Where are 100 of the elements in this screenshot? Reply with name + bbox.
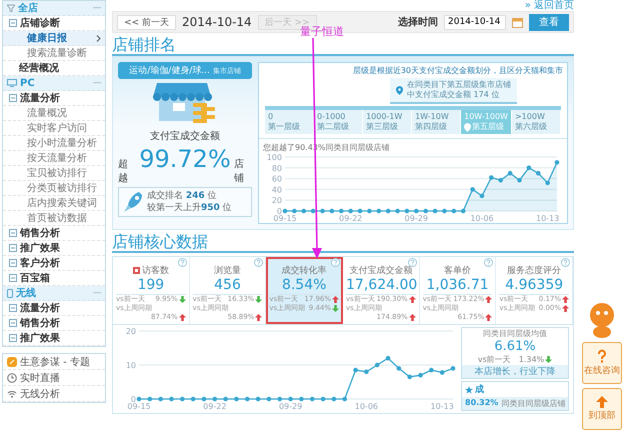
data-point [536, 170, 541, 176]
data-point [299, 396, 304, 402]
sidebar-item[interactable]: 健康日报 [3, 31, 105, 46]
help-icon[interactable] [561, 258, 570, 267]
data-point [545, 180, 550, 186]
sidebar-item[interactable]: 销售分析 [3, 316, 105, 331]
time-label: 选择时间 [398, 16, 438, 29]
rise-text: 较第一天上升950 位 [147, 202, 232, 214]
map-pin-icon [396, 86, 403, 94]
sidebar-item[interactable]: 流量分析 [3, 301, 105, 316]
sidebar-item[interactable]: 推广效果 [3, 241, 105, 256]
sidebar-section-header[interactable]: 无线 [3, 286, 105, 301]
data-point [374, 362, 380, 368]
collapse-icon[interactable] [9, 274, 17, 282]
collapse-icon[interactable] [9, 229, 17, 237]
data-point [367, 208, 372, 214]
compare-label: vs前一天 [478, 354, 511, 365]
sidebar-item[interactable]: 销售分析 [3, 226, 105, 241]
sidebar-item[interactable]: 实时客户访问 [3, 121, 105, 136]
wifi-icon [7, 390, 17, 398]
date-input[interactable]: 2014-10-14 [444, 14, 506, 30]
collapse-icon[interactable] [9, 259, 17, 267]
sidebar-tool-link[interactable]: 实时直播 [3, 370, 105, 386]
data-point [460, 208, 466, 214]
tier-tab[interactable]: 1W-10W 第四层级 [412, 110, 462, 134]
data-point [223, 396, 228, 402]
sidebar-item[interactable]: 按小时流量分析 [3, 136, 105, 151]
tier-tab[interactable]: >100W 第六层级 [512, 110, 561, 134]
data-point [364, 370, 369, 374]
collapse-icon[interactable] [9, 19, 17, 27]
axis-tick-label: 09-22 [203, 402, 226, 411]
data-point [348, 208, 353, 214]
funnel-icon [7, 4, 15, 12]
axis-tick-label: 10-06 [470, 214, 494, 223]
online-consult-button[interactable]: 在线咨询 [582, 342, 622, 384]
section-title: 店铺核心数据 [112, 232, 574, 253]
tier-tab[interactable]: 1000-1W 第三层级 [363, 110, 412, 134]
collapse-icon[interactable] [9, 334, 17, 342]
minus-icon[interactable] [93, 7, 101, 9]
calendar-icon[interactable] [512, 16, 523, 28]
metric-value: 4.96359 [499, 277, 570, 295]
help-icon[interactable] [331, 258, 340, 267]
beat-percentage: 99.72% [139, 145, 231, 173]
data-point [386, 208, 390, 214]
axis-tick-label: 10 [126, 361, 136, 370]
axis-tick-label: 0 [130, 395, 136, 404]
help-icon[interactable] [484, 258, 494, 267]
view-button[interactable]: 查看 [529, 14, 569, 30]
sidebar-item[interactable]: 店内搜索关键词 [3, 196, 105, 211]
axis-tick-label: 10-13 [430, 402, 454, 411]
sidebar-item[interactable]: 首页被访数据 [3, 211, 105, 226]
minus-icon[interactable] [93, 292, 101, 294]
data-point [342, 396, 348, 402]
sidebar-item[interactable]: 搜索流量诊断 [3, 46, 105, 61]
sidebar-section-header[interactable]: PC [3, 76, 105, 91]
axis-tick-label: 10-13 [536, 214, 560, 223]
metric-value: 199 [116, 277, 186, 295]
sidebar-tool-link[interactable]: 无线分析 [3, 386, 105, 402]
collapse-icon[interactable] [9, 304, 17, 312]
tier-tab[interactable]: 0 第一层级 [265, 110, 314, 134]
sidebar-tool-link[interactable]: 生意参谋 - 专题 [3, 354, 105, 370]
help-icon[interactable] [178, 258, 187, 267]
data-point [423, 208, 428, 214]
axis-tick-label: 100 [266, 153, 282, 162]
back-to-top-button[interactable]: 到顶部 [582, 388, 622, 430]
clock-icon [7, 372, 17, 382]
data-point [292, 208, 297, 214]
sidebar-item[interactable]: 按天流量分析 [3, 151, 105, 166]
data-point [395, 208, 400, 214]
axis-tick-label: 09-22 [339, 214, 362, 223]
data-point [470, 187, 475, 192]
data-point [414, 208, 419, 214]
sidebar-item[interactable]: 客户分析 [3, 256, 105, 271]
sidebar-item[interactable]: 流量概况 [3, 106, 105, 121]
home-link[interactable]: » 返回首页 [524, 0, 574, 11]
data-point [442, 208, 447, 214]
prev-day-button[interactable]: << 前一天 [117, 14, 176, 30]
sidebar-item[interactable]: 推广效果 [3, 331, 105, 346]
data-point [396, 366, 402, 371]
metric-value: 456 [192, 277, 262, 295]
sidebar-item[interactable]: 分类页被访排行 [3, 181, 105, 196]
tier-tab[interactable]: 0-1000 第二层级 [314, 110, 364, 134]
axis-tick-label: 09-29 [278, 402, 302, 411]
minus-icon[interactable] [93, 82, 101, 84]
sidebar-section-header[interactable]: 全店 [3, 1, 105, 16]
data-point [376, 208, 382, 214]
data-point [169, 396, 174, 402]
collapse-icon[interactable] [9, 319, 17, 327]
data-point [288, 396, 293, 402]
data-point [358, 208, 362, 214]
benchmark-status: 本店增长，行业下降 [462, 365, 568, 378]
sidebar-item[interactable]: 宝贝被访排行 [3, 166, 105, 181]
beat-prefix: 超越 [118, 158, 129, 185]
monitor-icon [7, 79, 17, 87]
collapse-icon[interactable] [9, 244, 17, 252]
help-icon[interactable] [408, 258, 417, 267]
collapse-icon[interactable] [9, 94, 17, 102]
help-icon[interactable] [254, 258, 264, 267]
sidebar-item[interactable]: 流量分析 [3, 91, 105, 106]
data-point [386, 356, 390, 360]
